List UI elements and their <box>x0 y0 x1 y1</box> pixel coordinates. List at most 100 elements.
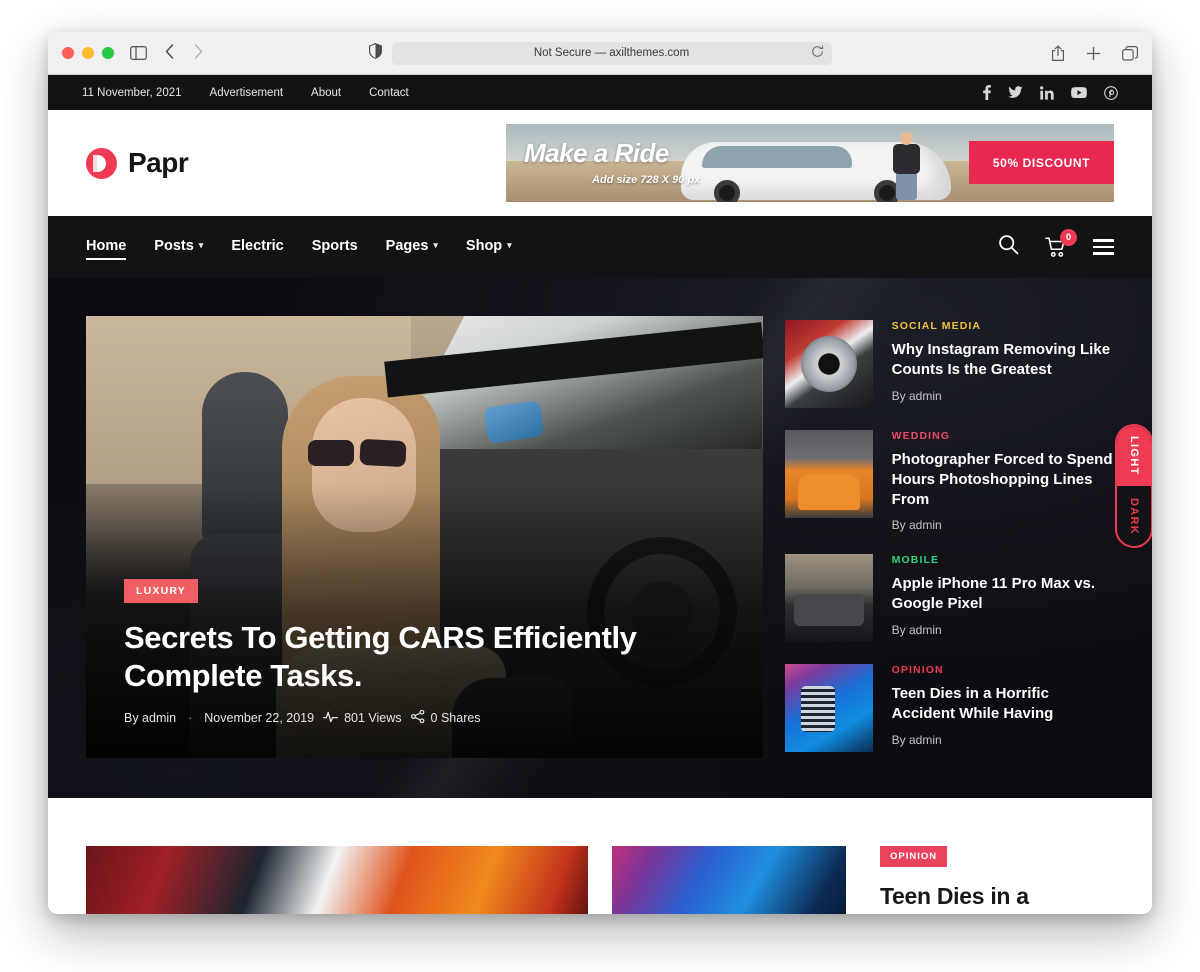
close-window-button[interactable] <box>62 47 74 59</box>
featured-views: 801 Views <box>323 711 402 726</box>
nav-item-sports[interactable]: Sports <box>312 238 358 257</box>
back-arrow-icon[interactable] <box>165 44 174 62</box>
list-item-thumbnail <box>784 430 873 518</box>
share-icon[interactable] <box>1051 44 1065 62</box>
window-traffic-lights <box>62 47 114 59</box>
pinterest-icon[interactable] <box>1104 85 1118 100</box>
main-navigation: Home Posts ▾ Electric Sports Pages ▾ Sho <box>48 216 1152 278</box>
ad-person-head <box>900 132 913 145</box>
browser-nav-arrows <box>165 44 203 62</box>
featured-article-title[interactable]: Secrets To Getting CARS Efficiently Comp… <box>124 619 684 695</box>
cart-button[interactable]: 0 <box>1045 228 1077 258</box>
nav-item-home-label: Home <box>86 237 127 254</box>
nav-item-sports-label: Sports <box>311 237 358 254</box>
url-text: Not Secure — axilthemes.com <box>533 47 690 59</box>
post-category-badge[interactable]: OPINION <box>880 846 948 867</box>
topbar-link-advertisement[interactable]: Advertisement <box>210 87 284 99</box>
hamburger-menu-icon[interactable] <box>1093 239 1114 255</box>
hero-article-list: SOCIAL MEDIA Why Instagram Removing Like… <box>784 316 1114 798</box>
list-item[interactable]: SOCIAL MEDIA Why Instagram Removing Like… <box>784 320 1114 408</box>
ad-person-legs <box>896 172 917 200</box>
list-item-title[interactable]: Apple iPhone 11 Pro Max vs. Google Pixel <box>892 574 1114 614</box>
address-bar[interactable]: Not Secure — axilthemes.com <box>391 41 832 65</box>
minimize-window-button[interactable] <box>82 47 94 59</box>
ad-discount-button[interactable]: 50% DISCOUNT <box>969 141 1114 184</box>
facebook-icon[interactable] <box>983 85 991 100</box>
maximize-window-button[interactable] <box>102 47 114 59</box>
list-item-thumbnail <box>784 664 873 753</box>
list-item-category[interactable]: SOCIAL MEDIA <box>892 320 1114 332</box>
shield-icon[interactable] <box>368 42 382 64</box>
meta-separator: · <box>188 711 193 725</box>
theme-light-option[interactable]: LIGHT <box>1117 426 1151 486</box>
twitter-icon[interactable] <box>1008 86 1023 99</box>
tab-overview-icon[interactable] <box>1122 45 1138 61</box>
featured-date: November 22, 2019 <box>204 711 315 725</box>
list-item-author: By admin <box>891 622 942 637</box>
list-item-title[interactable]: Why Instagram Removing Like Counts Is th… <box>892 340 1114 380</box>
featured-article-content: LUXURY Secrets To Getting CARS Efficient… <box>124 579 725 726</box>
linkedin-icon[interactable] <box>1040 85 1054 100</box>
site-logo[interactable]: Papr <box>86 147 189 179</box>
featured-author: By admin <box>124 711 177 725</box>
sidebar-icon[interactable] <box>130 46 147 60</box>
list-item[interactable]: MOBILE Apple iPhone 11 Pro Max vs. Googl… <box>784 554 1114 643</box>
papr-logo-icon <box>86 147 117 179</box>
advertisement-banner[interactable]: Make a Ride Add size 728 X 90 px 50% DIS… <box>506 124 1114 202</box>
list-item[interactable]: WEDDING Photographer Forced to Spend Hou… <box>784 430 1114 533</box>
ad-title: Make a Ride <box>524 138 669 168</box>
topbar-date: 11 November, 2021 <box>82 86 182 99</box>
featured-views-label: 801 Views <box>344 711 402 725</box>
chevron-down-icon: ▾ <box>507 240 512 250</box>
nav-actions: 0 <box>998 228 1114 260</box>
theme-dark-option[interactable]: DARK <box>1117 486 1151 546</box>
reload-icon[interactable] <box>811 45 824 61</box>
nav-item-pages[interactable]: Pages ▾ <box>386 238 438 257</box>
browser-window: Not Secure — axilthemes.com 11 November,… <box>48 32 1152 914</box>
chevron-down-icon: ▾ <box>433 240 438 250</box>
site-topbar: 11 November, 2021 Advertisement About Co… <box>48 75 1152 110</box>
youtube-icon[interactable] <box>1071 86 1087 99</box>
browser-address-area: Not Secure — axilthemes.com <box>48 41 1152 65</box>
list-item-author: By admin <box>891 518 942 533</box>
list-item-category[interactable]: MOBILE <box>892 554 1114 566</box>
post-card-text: OPINION Teen Dies in a Horrific <box>870 846 1114 914</box>
theme-mode-switcher: LIGHT DARK <box>1115 424 1152 548</box>
nav-item-shop[interactable]: Shop ▾ <box>466 238 512 257</box>
chevron-down-icon: ▾ <box>198 240 204 250</box>
topbar-link-about[interactable]: About <box>311 87 341 99</box>
nav-item-shop-label: Shop <box>465 237 503 254</box>
browser-toolbar-right <box>1051 44 1138 62</box>
nav-item-posts[interactable]: Posts ▾ <box>154 238 203 257</box>
activity-icon <box>323 711 338 726</box>
list-item-thumbnail <box>784 554 873 643</box>
post-card-large-image[interactable] <box>86 846 588 914</box>
list-item-category[interactable]: OPINION <box>892 664 1114 676</box>
website-viewport: 11 November, 2021 Advertisement About Co… <box>48 75 1152 914</box>
search-icon[interactable] <box>998 234 1019 260</box>
ad-car-wheel-front <box>714 180 740 202</box>
cart-count-badge: 0 <box>1060 228 1077 246</box>
posts-section: OPINION Teen Dies in a Horrific <box>48 798 1152 914</box>
list-item[interactable]: OPINION Teen Dies in a Horrific Accident… <box>784 664 1114 753</box>
nav-item-pages-label: Pages <box>385 237 429 254</box>
list-item-title[interactable]: Photographer Forced to Spend Hours Photo… <box>892 450 1114 509</box>
browser-titlebar: Not Secure — axilthemes.com <box>48 32 1152 75</box>
topbar-social-links <box>983 85 1118 100</box>
plus-icon[interactable] <box>1086 46 1101 61</box>
hero-section: LUXURY Secrets To Getting CARS Efficient… <box>48 278 1152 798</box>
share-icon <box>410 709 425 726</box>
post-card-medium-image[interactable] <box>612 846 846 914</box>
list-item-title[interactable]: Teen Dies in a Horrific Accident While H… <box>892 684 1114 724</box>
nav-item-electric[interactable]: Electric <box>231 238 283 257</box>
ad-car-window <box>702 146 852 168</box>
topbar-link-contact[interactable]: Contact <box>369 87 409 99</box>
featured-shares: 0 Shares <box>410 709 481 726</box>
forward-arrow-icon[interactable] <box>194 44 203 62</box>
topbar-links: 11 November, 2021 Advertisement About Co… <box>82 87 409 99</box>
nav-item-home[interactable]: Home <box>86 237 127 260</box>
list-item-category[interactable]: WEDDING <box>892 430 1114 442</box>
featured-category-badge[interactable]: LUXURY <box>124 579 198 604</box>
post-title[interactable]: Teen Dies in a Horrific <box>880 883 1114 914</box>
featured-article-card[interactable]: LUXURY Secrets To Getting CARS Efficient… <box>86 316 763 758</box>
